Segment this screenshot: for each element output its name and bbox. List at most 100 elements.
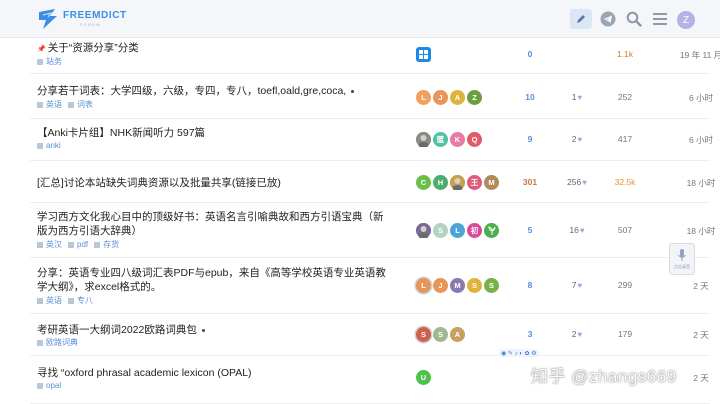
poster-avatar[interactable]: A xyxy=(450,327,465,342)
category-label[interactable]: pdf xyxy=(77,240,88,249)
poster-avatar[interactable]: A xyxy=(450,90,465,105)
topic-title-text[interactable]: 分享：英语专业四八级词汇表PDF与epub，来自《高等学校英语专业英语教学大纲》… xyxy=(37,267,386,293)
poster-avatar[interactable]: K xyxy=(450,132,465,147)
poster-avatar[interactable]: S xyxy=(416,327,431,342)
last-activity[interactable]: 19 年 11 月 xyxy=(670,49,720,61)
menu-icon[interactable] xyxy=(651,10,669,28)
topic-row[interactable]: 分享若干词表：大学四级，六级，专四，专八，toefl,oald,gre,coca… xyxy=(30,74,713,119)
topic-title-text[interactable]: 考研英语一大纲词2022欧路词典包 xyxy=(37,324,197,336)
category-label[interactable]: 欧路词典 xyxy=(46,337,78,348)
topic-title-text[interactable]: 分享若干词表：大学四级，六级，专四，专八，toefl,oald,gre,coca… xyxy=(37,85,346,97)
poster-avatar[interactable]: S xyxy=(467,278,482,293)
site-logo-icon[interactable] xyxy=(37,8,59,30)
topic-title-text[interactable]: [汇总]讨论本站缺失词典资源以及批量共享(链接已放) xyxy=(37,177,281,189)
poster-avatar[interactable]: H xyxy=(433,175,448,190)
poster-avatar[interactable]: U xyxy=(416,370,431,385)
category-tag[interactable]: 专八 xyxy=(68,295,93,306)
reply-count[interactable]: 9 xyxy=(510,134,550,144)
topic-title-text[interactable]: 【Anki卡片组】NHK新闻听力 597篇 xyxy=(37,127,205,139)
voice-input-widget[interactable]: 点击录音 xyxy=(669,243,695,275)
category-label[interactable]: 站务 xyxy=(46,56,62,67)
topic-row[interactable]: [汇总]讨论本站缺失词典资源以及批量共享(链接已放) C H 王 M 301 256♥ 32.… xyxy=(30,161,715,203)
reply-count[interactable]: 5 xyxy=(510,225,550,235)
topic-row[interactable]: 学习西方文化我心目中的顶级好书：英语名言引喻典故和西方引语宝典（新版为西方引语大… xyxy=(30,203,715,258)
topic-title-text[interactable]: 寻找 “oxford phrasal academic lexicon (OPA… xyxy=(37,367,252,379)
photo-avatar[interactable] xyxy=(416,132,431,147)
topic-title-text[interactable]: 学习西方文化我心目中的顶级好书：英语名言引喻典故和西方引语宝典（新版为西方引语大… xyxy=(37,211,384,237)
reply-count[interactable]: 10 xyxy=(510,92,550,102)
poster-avatar[interactable]: L xyxy=(450,223,465,238)
user-avatar[interactable]: Z xyxy=(677,11,695,29)
last-activity[interactable]: 2 天 xyxy=(670,329,720,341)
poster-avatar[interactable]: 匿 xyxy=(433,132,448,147)
category-tag[interactable]: 英汉 xyxy=(37,239,62,250)
poster-avatar[interactable]: 王 xyxy=(467,175,482,190)
poster-avatar[interactable]: M xyxy=(450,278,465,293)
topic-row[interactable]: 📌 关于“资源分享”分类 站务 0 1.1k 19 年 11 月 xyxy=(30,38,720,74)
last-activity[interactable]: 6 小时 xyxy=(670,92,720,104)
poster-avatar[interactable]: 初 xyxy=(467,223,482,238)
category-tag[interactable]: 英语 xyxy=(37,99,62,110)
last-activity[interactable]: 6 小时 xyxy=(670,134,720,146)
poster-avatar[interactable]: S xyxy=(433,223,448,238)
last-activity[interactable]: 18 小时 xyxy=(670,177,720,189)
windows-icon[interactable] xyxy=(416,47,431,62)
poster-avatar[interactable]: J xyxy=(433,90,448,105)
category-tag[interactable]: 存货 xyxy=(94,239,119,250)
search-icon[interactable] xyxy=(625,10,643,28)
like-count: 256♥ xyxy=(557,177,597,187)
reply-count[interactable]: 3 xyxy=(510,329,550,339)
category-tag[interactable]: 欧路词典 xyxy=(37,337,78,348)
topic-title[interactable]: 学习西方文化我心目中的顶级好书：英语名言引喻典故和西方引语宝典（新版为西方引语大… xyxy=(37,210,387,238)
site-name[interactable]: FREEMDICT xyxy=(63,10,127,21)
topic-title[interactable]: 寻找 “oxford phrasal academic lexicon (OPA… xyxy=(37,366,387,380)
category-label[interactable]: 英语 xyxy=(46,99,62,110)
topic-title[interactable]: 📌 关于“资源分享”分类 xyxy=(37,41,387,57)
poster-avatar[interactable]: J xyxy=(433,278,448,293)
reply-count[interactable]: 8 xyxy=(510,280,550,290)
topic-row[interactable]: 考研英语一大纲词2022欧路词典包 欧路词典 S S A 3 2♥ 179 2 天 xyxy=(30,314,710,356)
category-tag[interactable]: 词表 xyxy=(68,99,93,110)
like-count-value: 1 xyxy=(571,92,577,102)
reply-count[interactable]: 0 xyxy=(510,49,550,59)
last-activity[interactable]: 2 天 xyxy=(670,280,720,292)
telegram-icon[interactable] xyxy=(599,10,617,28)
poster-avatar[interactable]: M xyxy=(484,175,499,190)
topic-title[interactable]: 分享若干词表：大学四级，六级，专四，专八，toefl,oald,gre,coca… xyxy=(37,84,387,98)
category-label[interactable]: 存货 xyxy=(103,239,119,250)
poster-avatar[interactable]: L xyxy=(416,90,431,105)
category-tag[interactable]: 站务 xyxy=(37,56,62,67)
last-activity[interactable]: 2 天 xyxy=(670,372,720,384)
edit-icon[interactable] xyxy=(570,9,592,29)
poster-avatar[interactable]: L xyxy=(416,278,431,293)
leaf-avatar[interactable] xyxy=(484,223,499,238)
category-label[interactable]: 词表 xyxy=(77,99,93,110)
category-tag[interactable]: opal xyxy=(37,381,61,390)
category-tag[interactable]: anki xyxy=(37,141,61,150)
topic-title[interactable]: 考研英语一大纲词2022欧路词典包 xyxy=(37,323,387,337)
topic-posters: U xyxy=(416,370,433,385)
topic-row[interactable]: 【Anki卡片组】NHK新闻听力 597篇 anki 匿 K Q 9 2♥ 417 6 小时 xyxy=(30,119,713,161)
category-label[interactable]: 英汉 xyxy=(46,239,62,250)
topic-row[interactable]: 分享：英语专业四八级词汇表PDF与epub，来自《高等学校英语专业英语教学大纲》… xyxy=(30,258,710,314)
poster-avatar[interactable]: S xyxy=(484,278,499,293)
topic-title[interactable]: 【Anki卡片组】NHK新闻听力 597篇 xyxy=(37,126,387,140)
poster-avatar[interactable]: S xyxy=(433,327,448,342)
photo-avatar[interactable] xyxy=(416,223,431,238)
category-label[interactable]: 专八 xyxy=(77,295,93,306)
last-activity[interactable]: 18 小时 xyxy=(670,225,720,237)
poster-avatar[interactable]: Z xyxy=(467,90,482,105)
poster-avatar[interactable]: Q xyxy=(467,132,482,147)
category-tag[interactable]: pdf xyxy=(68,240,88,249)
topic-title[interactable]: [汇总]讨论本站缺失词典资源以及批量共享(链接已放) xyxy=(37,176,387,190)
poster-avatar[interactable]: C xyxy=(416,175,431,190)
topic-title[interactable]: 分享：英语专业四八级词汇表PDF与epub，来自《高等学校英语专业英语教学大纲》… xyxy=(37,266,387,294)
category-label[interactable]: 英语 xyxy=(46,295,62,306)
category-label[interactable]: anki xyxy=(46,141,61,150)
photo-avatar[interactable] xyxy=(450,175,465,190)
reply-count[interactable]: 301 xyxy=(510,177,550,187)
category-tag[interactable]: 英语 xyxy=(37,295,62,306)
topic-title-text[interactable]: 关于“资源分享”分类 xyxy=(48,42,139,54)
category-label[interactable]: opal xyxy=(46,381,61,390)
input-method-toolbar[interactable]: ◉ ✎ ♪ ◐ ✿ ⚙ xyxy=(499,349,539,357)
